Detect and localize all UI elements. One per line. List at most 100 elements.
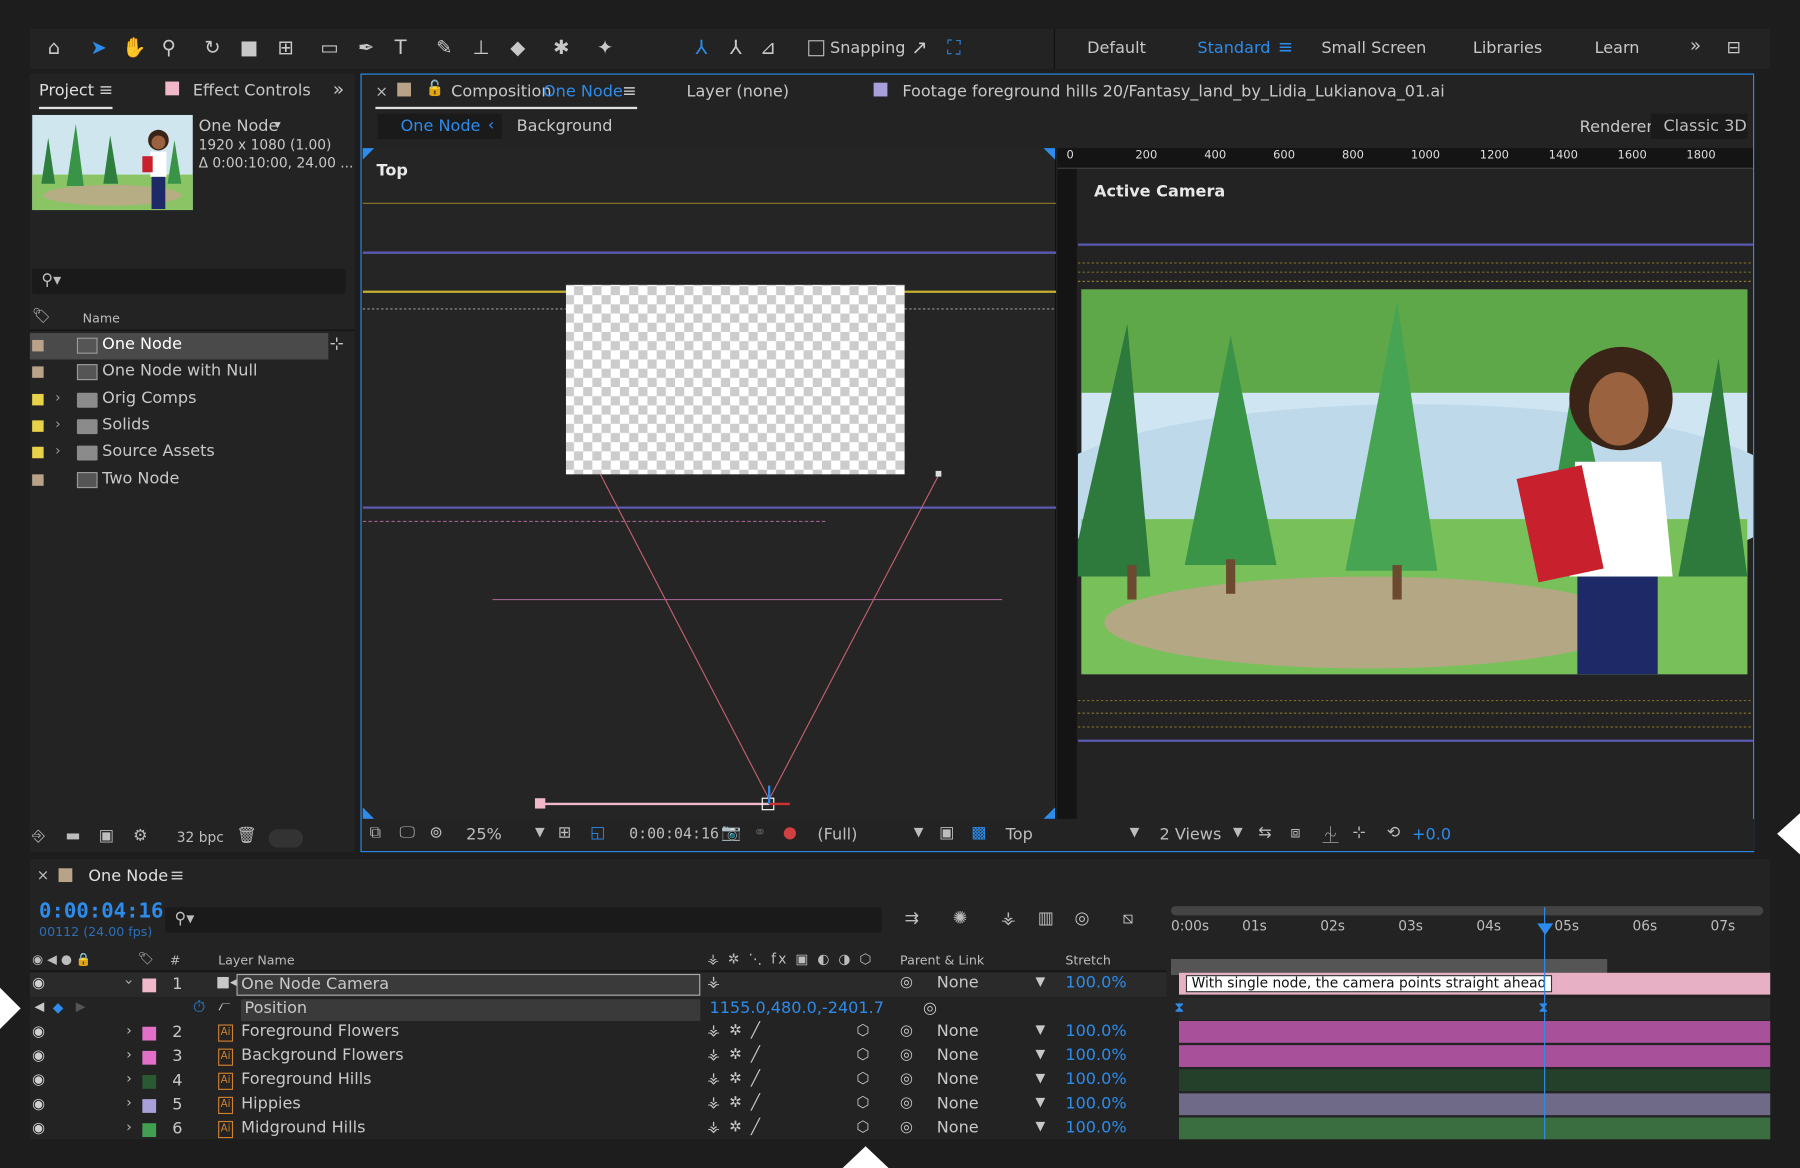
layer-label-color[interactable] <box>142 1050 157 1065</box>
eraser-tool-icon[interactable]: ◆ <box>505 36 530 61</box>
layer-label-color[interactable] <box>142 1122 157 1137</box>
pick-whip-icon[interactable]: ◎ <box>900 1046 913 1063</box>
stretch-value[interactable]: 100.0% <box>1065 974 1126 992</box>
project-item[interactable]: › Solids <box>30 413 328 439</box>
3d-layer-icon[interactable]: ⬡ <box>856 1094 869 1111</box>
position-value[interactable]: 1155.0,480.0,-2401.7 <box>709 999 884 1017</box>
shy-layers-icon[interactable]: ⚶ <box>1001 907 1016 928</box>
puppet-tool-icon[interactable]: ✦ <box>592 36 617 61</box>
layer-switches[interactable]: ⚶ ✲ ╱ <box>707 1118 762 1135</box>
marker-comment[interactable]: With single node, the camera points stra… <box>1185 975 1553 993</box>
layer-name-header[interactable]: Layer Name <box>218 953 294 968</box>
expand-folder-icon[interactable]: › <box>55 389 61 405</box>
frame-blending-icon[interactable]: ▥ <box>1038 907 1054 928</box>
rotate-tool-icon[interactable]: ↻ <box>200 36 225 61</box>
expand-layer-icon[interactable]: › <box>126 1118 132 1134</box>
name-column-header[interactable]: Name <box>83 311 120 326</box>
keyframe-icon[interactable]: ⧗ <box>1174 999 1184 1016</box>
fast-draft-icon[interactable]: ⧈ <box>1290 823 1300 841</box>
layer-row[interactable]: ◉ › 6 Ai Midground Hills ⚶ ✲ ╱ ⬡ ◎ None … <box>30 1117 1167 1141</box>
visibility-eye-icon[interactable]: ◉ <box>32 1071 45 1088</box>
zoom-value[interactable]: 25% <box>466 826 502 844</box>
layer-switches[interactable]: ⚶ ✲ ╱ <box>707 1022 762 1039</box>
active-camera-view[interactable]: 0 200 400 600 800 1000 1200 1400 1600 1800 Active… <box>1057 148 1753 819</box>
comp-name-dropdown-icon[interactable]: ▾ <box>274 117 280 132</box>
label-swatch[interactable] <box>32 339 44 352</box>
expand-layer-icon[interactable]: › <box>126 1022 132 1038</box>
stretch-value[interactable]: 100.0% <box>1065 1022 1126 1040</box>
layer-name[interactable]: Foreground Hills <box>241 1070 371 1088</box>
channel-icon[interactable]: ● <box>783 823 797 841</box>
comp-tab-prefix[interactable]: Composition <box>451 83 551 101</box>
trash-icon[interactable]: 🗑 <box>236 827 256 845</box>
layer-track-bar[interactable] <box>1178 1093 1771 1115</box>
layer-label-color[interactable] <box>142 1098 157 1113</box>
view-axis-icon[interactable]: ⊿ <box>755 36 780 61</box>
project-item[interactable]: › Orig Comps <box>30 387 328 413</box>
3d-layer-icon[interactable]: ⬡ <box>856 1070 869 1087</box>
position-track[interactable]: ⧗ ⧗ <box>1174 998 1771 1020</box>
project-item[interactable]: One Node with Null <box>30 360 328 386</box>
breadcrumb-background[interactable]: Background <box>517 117 613 135</box>
views-dropdown-icon[interactable]: ▼ <box>1233 825 1243 840</box>
new-comp-icon[interactable]: ▣ <box>99 827 114 845</box>
snap-icon[interactable]: ↗ <box>907 36 932 61</box>
expand-folder-icon[interactable]: › <box>55 416 61 432</box>
expand-layer-icon[interactable]: › <box>126 1070 132 1086</box>
parent-dropdown-icon[interactable]: ▼ <box>1035 1118 1045 1133</box>
expand-folder-icon[interactable]: › <box>55 442 61 458</box>
layer-name[interactable]: Foreground Flowers <box>241 1022 399 1040</box>
mask-visibility-icon[interactable]: ⊚ <box>429 823 442 841</box>
clone-stamp-tool-icon[interactable]: ⊥ <box>468 36 493 61</box>
hand-tool-icon[interactable]: ✋ <box>122 36 147 61</box>
effect-controls-tab[interactable]: Effect Controls <box>193 82 311 100</box>
visibility-eye-icon[interactable]: ◉ <box>32 975 45 992</box>
layer-row[interactable]: ◉ › 4 Ai Foreground Hills ⚶ ✲ ╱ ⬡ ◎ None… <box>30 1069 1167 1093</box>
project-item[interactable]: Two Node <box>30 467 328 493</box>
renderer-select[interactable]: Classic 3D <box>1650 113 1748 139</box>
layer-switches[interactable]: ⚶ ✲ ╱ <box>707 1046 762 1063</box>
layer-label-color[interactable] <box>142 978 157 993</box>
parent-dropdown-icon[interactable]: ▼ <box>1035 1094 1045 1109</box>
stretch-value[interactable]: 100.0% <box>1065 1094 1126 1112</box>
parent-link-header[interactable]: Parent & Link <box>900 953 984 968</box>
3d-layer-icon[interactable]: ⬡ <box>856 1046 869 1063</box>
zoom-tool-icon[interactable]: ⚲ <box>156 36 181 61</box>
label-swatch[interactable] <box>32 473 44 486</box>
panel-overflow-icon[interactable]: » <box>333 78 344 100</box>
show-snapshot-icon[interactable]: ⚭ <box>753 823 766 841</box>
visibility-eye-icon[interactable]: ◉ <box>32 1119 45 1136</box>
expand-layer-icon[interactable]: › <box>121 979 137 985</box>
views-layout-value[interactable]: 2 Views <box>1159 826 1221 844</box>
project-item[interactable]: › Source Assets <box>30 440 328 466</box>
project-search-input[interactable]: ⚲▾ <box>32 268 346 295</box>
thumbnail-slider[interactable] <box>268 829 304 848</box>
draft-3d-icon[interactable]: ✺ <box>953 907 967 928</box>
layer-track-bar[interactable] <box>1178 1045 1771 1067</box>
pick-whip-icon[interactable]: ◎ <box>900 1094 913 1111</box>
stretch-value[interactable]: 100.0% <box>1065 1070 1126 1088</box>
reset-exposure-icon[interactable]: ⟲ <box>1387 823 1400 841</box>
layer-row[interactable]: ◉ › 2 Ai Foreground Flowers ⚶ ✲ ╱ ⬡ ◎ No… <box>30 1021 1167 1045</box>
region-of-interest-icon[interactable]: ◱ <box>590 823 605 841</box>
workspace-learn[interactable]: Learn <box>1595 39 1640 57</box>
layer-name[interactable]: Midground Hills <box>241 1118 365 1136</box>
3d-layer-icon[interactable]: ⬡ <box>856 1022 869 1039</box>
prev-keyframe-icon[interactable]: ◀ <box>34 999 44 1014</box>
motion-blur-icon[interactable]: ◎ <box>1075 907 1090 928</box>
visibility-eye-icon[interactable]: ◉ <box>32 1047 45 1064</box>
next-keyframe-icon[interactable]: ▶ <box>76 999 86 1014</box>
project-menu-icon[interactable]: ≡ <box>99 79 113 100</box>
label-swatch[interactable] <box>32 393 44 405</box>
layer-track-bar[interactable] <box>1178 1021 1771 1043</box>
local-axis-icon[interactable]: ⅄ <box>689 36 714 61</box>
parent-dropdown-icon[interactable]: ▼ <box>1035 974 1045 989</box>
zoom-dropdown-icon[interactable]: ▼ <box>535 825 545 840</box>
add-keyframe-icon[interactable]: ◆ <box>53 999 64 1015</box>
timeline-tab[interactable]: One Node <box>88 867 168 885</box>
layer-name[interactable]: Hippies <box>241 1094 301 1112</box>
breadcrumb-active[interactable]: One Node ‹ <box>377 113 502 139</box>
pick-whip-icon[interactable]: ◎ <box>900 1070 913 1087</box>
pen-tool-icon[interactable]: ✒ <box>354 36 379 61</box>
stretch-value[interactable]: 100.0% <box>1065 1118 1126 1136</box>
